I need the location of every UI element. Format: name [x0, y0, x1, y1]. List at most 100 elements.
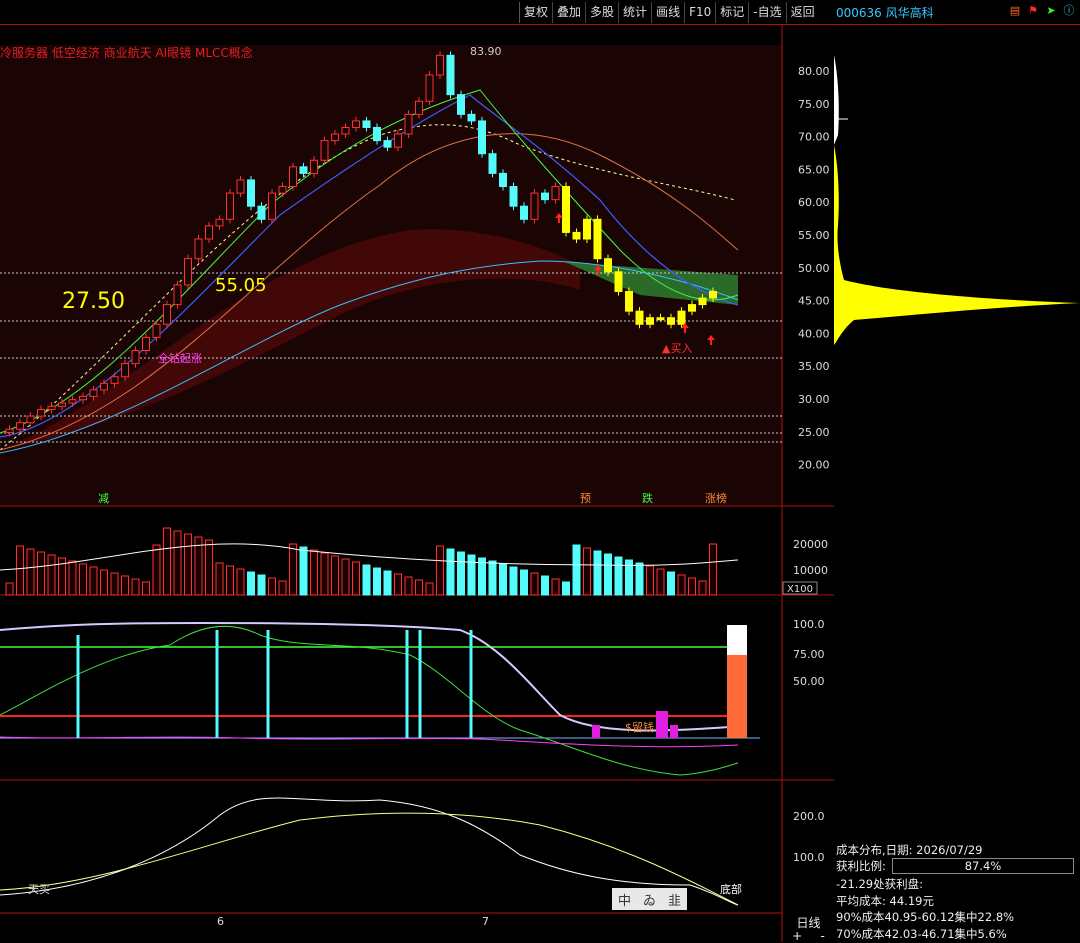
bottom-tick-100: 100.0: [793, 851, 825, 864]
price-tick-label: 65.00: [798, 163, 830, 176]
volume-bar: [404, 576, 413, 596]
candle: [457, 94, 465, 115]
overlay-button[interactable]: 叠加: [552, 2, 586, 23]
candle: [520, 205, 528, 220]
vol-unit: X100: [787, 584, 813, 595]
bottom-label-dibu: 底部: [720, 882, 742, 896]
info-icon[interactable]: ⓘ: [1062, 4, 1076, 18]
candle: [331, 133, 339, 142]
volume-bar: [583, 547, 591, 596]
bottom-label-tianmai: 天买: [28, 883, 50, 896]
volume-bar: [131, 578, 140, 596]
volume-bar: [100, 569, 108, 596]
candle: [268, 192, 276, 220]
ind-tick-50: 50.00: [793, 675, 825, 688]
volume-bar: [499, 563, 507, 596]
mark-button[interactable]: 标记: [715, 2, 749, 23]
volume-bar: [520, 569, 528, 596]
compare-button-zhong[interactable]: 中: [618, 890, 631, 909]
compare-button-3[interactable]: 韭: [668, 890, 681, 909]
vol-tick-10000: 10000: [793, 564, 828, 577]
candle: [320, 140, 329, 161]
volume-bar: [478, 557, 486, 596]
price-tick-label: 60.00: [798, 196, 830, 209]
volume-bar: [541, 575, 549, 596]
candle: [89, 389, 98, 397]
document-icon[interactable]: ▤: [1008, 4, 1022, 18]
candle: [47, 405, 56, 411]
candle: [58, 402, 66, 407]
flag-icon[interactable]: ⚑: [1026, 4, 1040, 18]
volume-bar: [142, 581, 150, 596]
candle: [100, 382, 108, 391]
volume-bar: [394, 573, 402, 596]
candle: [709, 290, 717, 299]
support-label-27: 27.50: [62, 289, 125, 314]
cost-70: 70%成本42.03-46.71集中5.6%: [836, 927, 1007, 941]
candle: [37, 409, 45, 417]
candle: [530, 192, 539, 220]
candle: [289, 166, 297, 188]
draw-line-button[interactable]: 画线: [651, 2, 685, 23]
volume-bar: [289, 543, 297, 596]
candle: [373, 126, 381, 142]
zoom-in-button[interactable]: +: [792, 929, 802, 943]
volume-bar: [709, 543, 717, 596]
candle: [667, 317, 675, 325]
candle: [352, 120, 360, 128]
candle: [394, 133, 402, 148]
volume-bar: [163, 527, 171, 596]
candle: [310, 159, 318, 174]
price-tick-label: 50.00: [798, 262, 830, 275]
cost-distribution-panel: 成本分布,日期: 2026/07/29 获利比例: 87.4% -21.29处获…: [834, 25, 1080, 942]
compare-button-2[interactable]: ゐ: [643, 890, 656, 909]
volume-bar: [446, 548, 455, 596]
volume-bar: [667, 571, 675, 596]
volume-bar: [688, 577, 696, 596]
vol-tick-20000: 20000: [793, 538, 828, 551]
quanzhong-label: 全钻起涨: [158, 351, 202, 365]
back-button[interactable]: 返回: [785, 2, 819, 23]
candle: [341, 126, 350, 135]
chart-area[interactable]: 80.00 75.00 70.00 65.00 60.00 55.00 50.00 45.00…: [0, 25, 834, 942]
arrow-icon[interactable]: ➤: [1044, 4, 1058, 18]
ind-tick-75: 75.00: [793, 648, 825, 661]
volume-bar: [457, 551, 465, 596]
volume-bar: [646, 565, 654, 596]
indicator-bar-top: [727, 625, 747, 655]
volume-bar: [614, 556, 623, 596]
volume-bar: [562, 581, 570, 596]
x-tick-7: 7: [482, 915, 489, 928]
volume-bar: [5, 582, 14, 596]
multi-stock-button[interactable]: 多股: [585, 2, 619, 23]
top-toolbar: 复权 叠加 多股 统计 画线 F10 标记 -自选 返回 000636 风华高科…: [0, 0, 1080, 25]
zoom-out-button[interactable]: -: [821, 929, 825, 943]
price-tick-label: 45.00: [798, 295, 830, 308]
x-tick-6: 6: [217, 915, 224, 928]
fuquan-button[interactable]: 复权: [519, 2, 553, 23]
candle: [278, 186, 287, 194]
volume-bar: [425, 582, 434, 596]
period-label[interactable]: 日线: [783, 914, 834, 930]
volume-bar: [278, 580, 287, 596]
remove-watchlist-button[interactable]: -自选: [748, 2, 786, 23]
volume-bars: [5, 527, 717, 596]
volume-bar: [110, 572, 119, 596]
volume-bar: [236, 568, 245, 596]
profit-line: -21.29处获利盘:: [836, 877, 923, 891]
candle: [478, 120, 486, 155]
candle: [593, 218, 602, 260]
candle: [446, 54, 455, 96]
profit-label: 获利比例:: [836, 859, 886, 873]
volume-bar: [89, 566, 98, 596]
candle: [467, 113, 476, 122]
price-tick-label: 80.00: [798, 65, 830, 78]
candle: [163, 304, 171, 325]
volume-bar: [299, 546, 308, 596]
candle: [604, 258, 612, 273]
f10-button[interactable]: F10: [684, 2, 716, 23]
statistics-button[interactable]: 统计: [618, 2, 652, 23]
volume-bar: [551, 578, 560, 596]
candle: [656, 317, 665, 321]
candle: [121, 363, 129, 378]
